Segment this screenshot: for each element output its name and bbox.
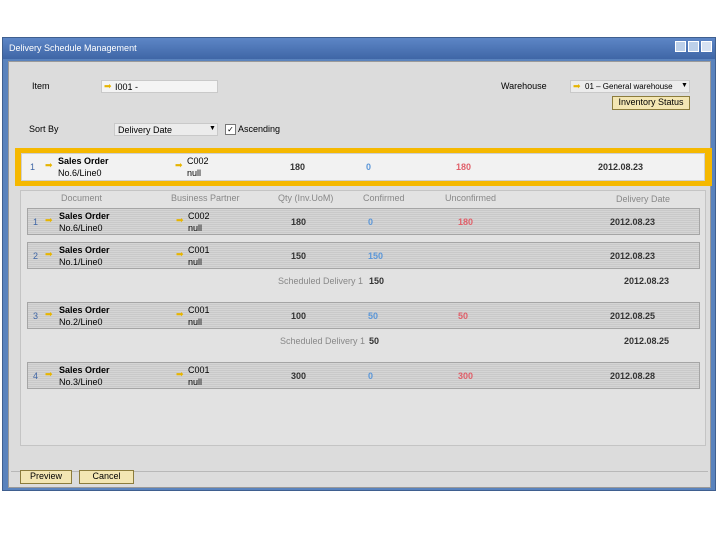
confirmed-value: 50 [368, 311, 379, 321]
column-header-business-partner: Business Partner [171, 193, 240, 203]
link-arrow-icon[interactable]: ➡ [176, 215, 184, 226]
ascending-checkbox[interactable]: ✓ [225, 124, 236, 135]
unconfirmed-value: 300 [458, 371, 474, 381]
column-header-qty: Qty (Inv.UoM) [278, 193, 334, 203]
link-arrow-icon[interactable]: ➡ [45, 369, 53, 380]
chevron-down-icon[interactable]: ▼ [681, 82, 688, 89]
table-row[interactable]: 4 ➡ Sales Order No.3/Line0 ➡ C001 null 3… [27, 362, 700, 389]
minimize-button[interactable] [675, 41, 686, 52]
link-arrow-icon[interactable]: ➡ [45, 215, 53, 226]
bp-name: null [188, 317, 203, 327]
confirmed-value: 150 [368, 251, 384, 261]
warehouse-label: Warehouse [501, 81, 547, 91]
document-type: Sales Order [58, 156, 109, 166]
bp-name: null [188, 377, 203, 387]
link-arrow-icon[interactable]: ➡ [176, 249, 184, 260]
qty-value: 300 [291, 371, 307, 381]
delivery-schedule-window: Delivery Schedule Management Item ➡ I001… [2, 37, 716, 491]
column-header-delivery-date: Delivery Date [616, 194, 671, 204]
unconfirmed-value: 50 [458, 311, 469, 321]
delivery-date-value: 2012.08.28 [610, 371, 656, 381]
delivery-date-value: 2012.08.23 [598, 162, 644, 172]
document-number: No.2/Line0 [59, 317, 103, 327]
preview-button[interactable]: Preview [20, 470, 72, 484]
item-field[interactable]: ➡ I001 - [101, 80, 218, 93]
confirmed-value: 0 [368, 217, 374, 227]
document-number: No.3/Line0 [59, 377, 103, 387]
document-type: Sales Order [59, 245, 110, 255]
link-arrow-icon[interactable]: ➡ [104, 81, 112, 92]
ascending-label: Ascending [238, 124, 281, 134]
scheduled-delivery-date: 2012.08.25 [624, 336, 670, 346]
window-client-area: Item ➡ I001 - Warehouse ➡ 01 – General w… [8, 61, 712, 488]
document-type: Sales Order [59, 211, 110, 221]
row-number: 1 [33, 217, 39, 227]
inventory-status-button[interactable]: Inventory Status [612, 96, 690, 110]
document-number: No.6/Line0 [58, 168, 102, 178]
close-button[interactable] [701, 41, 712, 52]
sort-by-label: Sort By [29, 124, 59, 134]
confirmed-value: 0 [368, 371, 374, 381]
link-arrow-icon[interactable]: ➡ [176, 309, 184, 320]
delivery-date-value: 2012.08.25 [610, 311, 656, 321]
scheduled-delivery-label: Scheduled Delivery 1 [278, 276, 364, 286]
delivery-date-value: 2012.08.23 [610, 251, 656, 261]
scheduled-delivery-label: Scheduled Delivery 1 [280, 336, 366, 346]
schedule-grid: Document Business Partner Qty (Inv.UoM) … [20, 190, 706, 446]
scheduled-delivery-qty: 50 [369, 336, 380, 346]
cancel-button[interactable]: Cancel [79, 470, 134, 484]
qty-value: 150 [291, 251, 307, 261]
document-type: Sales Order [59, 365, 110, 375]
document-number: No.6/Line0 [59, 223, 103, 233]
link-arrow-icon[interactable]: ➡ [45, 309, 53, 320]
scheduled-delivery-date: 2012.08.23 [624, 276, 670, 286]
item-label: Item [32, 81, 50, 91]
bp-code: C001 [188, 365, 210, 375]
column-header-confirmed: Confirmed [363, 193, 405, 203]
selected-row[interactable]: 1 ➡ Sales Order No.6/Line0 ➡ C002 null 1… [21, 153, 705, 181]
sort-by-select[interactable]: Delivery Date ▼ [114, 123, 218, 136]
window-title: Delivery Schedule Management [9, 43, 137, 53]
warehouse-value: 01 – General warehouse [585, 82, 673, 91]
link-arrow-icon[interactable]: ➡ [176, 369, 184, 380]
bp-code: C001 [188, 305, 210, 315]
document-type: Sales Order [59, 305, 110, 315]
bp-code: C002 [187, 156, 209, 166]
table-row[interactable]: 2 ➡ Sales Order No.1/Line0 ➡ C001 null 1… [27, 242, 700, 269]
qty-value: 100 [291, 311, 307, 321]
table-row[interactable]: 1 ➡ Sales Order No.6/Line0 ➡ C002 null 1… [27, 208, 700, 235]
bp-code: C001 [188, 245, 210, 255]
item-value: I001 - [115, 82, 139, 92]
delivery-date-value: 2012.08.23 [610, 217, 656, 227]
unconfirmed-value: 180 [456, 162, 472, 172]
table-row[interactable]: 3 ➡ Sales Order No.2/Line0 ➡ C001 null 1… [27, 302, 700, 329]
link-arrow-icon[interactable]: ➡ [45, 249, 53, 260]
sort-by-value: Delivery Date [118, 125, 173, 135]
confirmed-value: 0 [366, 162, 372, 172]
column-header-unconfirmed: Unconfirmed [445, 193, 497, 203]
qty-value: 180 [291, 217, 307, 227]
bp-name: null [188, 223, 203, 233]
unconfirmed-value: 180 [458, 217, 474, 227]
qty-value: 180 [290, 162, 306, 172]
link-arrow-icon[interactable]: ➡ [45, 160, 53, 171]
maximize-button[interactable] [688, 41, 699, 52]
row-number: 2 [33, 251, 39, 261]
document-number: No.1/Line0 [59, 257, 103, 267]
link-arrow-icon[interactable]: ➡ [175, 160, 183, 171]
row-number: 1 [30, 162, 36, 172]
bp-code: C002 [188, 211, 210, 221]
row-number: 3 [33, 311, 39, 321]
scheduled-delivery-qty: 150 [369, 276, 385, 286]
column-header-document: Document [61, 193, 103, 203]
link-arrow-icon[interactable]: ➡ [573, 81, 581, 92]
chevron-down-icon[interactable]: ▼ [209, 125, 216, 132]
warehouse-select[interactable]: ➡ 01 – General warehouse ▼ [570, 80, 690, 93]
bp-name: null [188, 257, 203, 267]
row-number: 4 [33, 371, 39, 381]
title-bar[interactable]: Delivery Schedule Management [3, 38, 715, 59]
bp-name: null [187, 168, 202, 178]
